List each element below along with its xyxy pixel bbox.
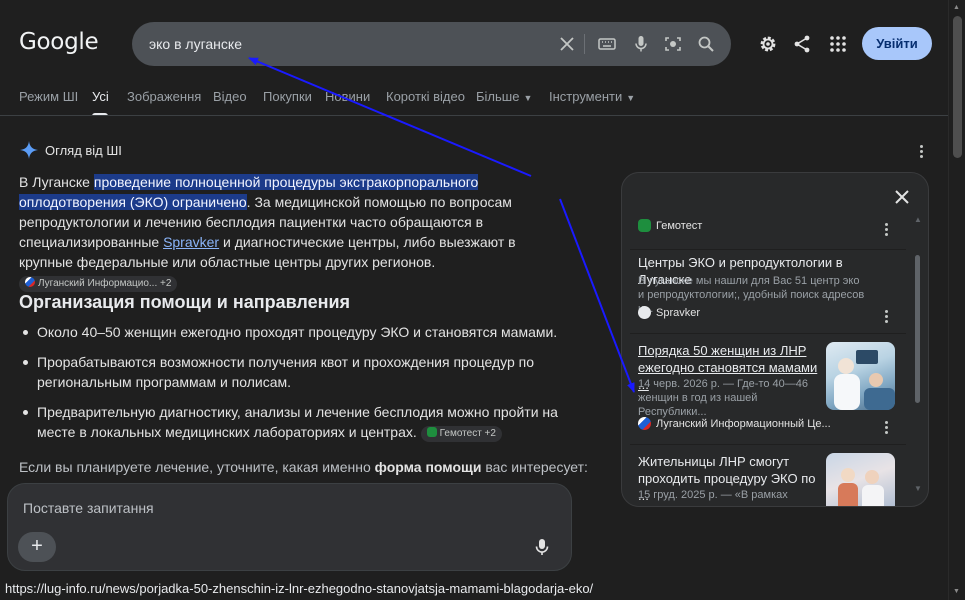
gemotest-favicon <box>426 427 437 437</box>
source-row-lug-info[interactable]: Луганский Информационный Це... <box>638 417 831 430</box>
share-icon[interactable] <box>791 33 813 55</box>
ai-sparkle-icon <box>20 141 38 159</box>
tab-video[interactable]: Відео <box>213 89 247 104</box>
status-url: https://lug-info.ru/news/porjadka-50-zhe… <box>5 581 594 596</box>
scroll-down-arrow-icon[interactable]: ▼ <box>953 588 960 595</box>
tab-more[interactable]: Більше ▼ <box>476 89 532 104</box>
keyboard-icon[interactable] <box>597 34 617 54</box>
source-name: Spravker <box>656 307 701 319</box>
search-icon[interactable] <box>696 34 716 54</box>
tab-short-videos[interactable]: Короткі відео <box>386 89 465 104</box>
add-button[interactable]: + <box>18 532 56 562</box>
tab-news[interactable]: Новини <box>325 89 370 104</box>
apps-grid-icon[interactable] <box>827 33 849 55</box>
microphone-icon[interactable] <box>534 538 550 556</box>
source-card-snippet: 15 груд. 2025 р. — «В рамках <box>638 489 788 501</box>
more-options-icon[interactable] <box>911 142 931 162</box>
gemotest-favicon <box>638 219 651 232</box>
annotation-arrow <box>248 57 532 177</box>
tab-all[interactable]: Усі <box>92 89 109 104</box>
news-thumbnail-image[interactable] <box>826 453 895 506</box>
ask-box[interactable]: Поставте запитання + <box>7 483 572 571</box>
search-input[interactable]: эко в луганске <box>149 36 242 52</box>
tab-ai-mode[interactable]: Режим ШІ <box>19 89 78 104</box>
tab-images[interactable]: Зображення <box>127 89 201 104</box>
spravker-link[interactable]: Spravker <box>163 234 219 250</box>
clear-icon[interactable] <box>557 34 577 54</box>
tab-tools-label: Інструменти <box>549 89 623 104</box>
source-chip[interactable]: Луганский Информацио... +2 <box>19 276 178 292</box>
source-chip-label: Луганский Информацио... +2 <box>38 278 172 289</box>
tail-text: вас интересует: <box>481 459 588 475</box>
card-divider <box>630 444 906 445</box>
sign-in-button[interactable]: Увійти <box>862 27 932 60</box>
source-name: Луганский Информационный Це... <box>656 418 831 430</box>
tab-shopping[interactable]: Покупки <box>263 89 312 104</box>
lens-icon[interactable] <box>663 34 683 54</box>
tail-bold-text: форма помощи <box>374 459 482 475</box>
card-divider <box>630 249 906 250</box>
microphone-icon[interactable] <box>631 34 651 54</box>
lug-info-favicon <box>25 277 35 287</box>
status-bar: https://lug-info.ru/news/porjadka-50-zhe… <box>0 578 620 600</box>
panel-scrollbar-thumb[interactable] <box>915 255 920 403</box>
chevron-down-icon: ▼ <box>626 93 636 103</box>
ai-overview-paragraph: В Луганске проведение полноценной процед… <box>19 172 559 292</box>
google-logo[interactable]: Google <box>19 29 99 55</box>
tabs-divider <box>0 115 948 116</box>
card-divider <box>630 333 906 334</box>
list-item: Около 40–50 женщин ежегодно проходят про… <box>19 322 559 342</box>
more-options-icon[interactable] <box>879 307 893 323</box>
page-scrollbar-thumb[interactable] <box>953 16 962 158</box>
page-scrollbar[interactable]: ▲ ▼ <box>948 0 965 600</box>
settings-gear-icon[interactable] <box>757 33 779 55</box>
search-divider <box>584 34 585 54</box>
source-row-spravker[interactable]: Spravker <box>638 306 700 319</box>
tab-tools[interactable]: Інструменти ▼ <box>549 89 635 104</box>
scroll-down-arrow-icon[interactable]: ▼ <box>914 484 922 493</box>
lug-info-favicon <box>638 417 651 430</box>
ai-overview-heading: Огляд від ШІ <box>45 143 122 158</box>
search-box[interactable]: эко в луганске <box>132 22 731 66</box>
bullet-list: Около 40–50 женщин ежегодно проходят про… <box>19 322 559 452</box>
ask-input-placeholder[interactable]: Поставте запитання <box>23 500 154 516</box>
tail-text: Если вы планируете лечение, уточните, ка… <box>19 459 375 475</box>
source-chip-label: Гемотест +2 <box>439 428 496 439</box>
list-item: Предварительную диагностику, анализы и л… <box>19 402 559 442</box>
follow-up-text: Если вы планируете лечение, уточните, ка… <box>19 457 588 477</box>
scroll-up-arrow-icon[interactable]: ▲ <box>914 215 922 224</box>
scroll-up-arrow-icon[interactable]: ▲ <box>953 4 960 11</box>
more-options-icon[interactable] <box>879 220 893 236</box>
source-row-gemotest[interactable]: Гемотест <box>638 219 702 232</box>
close-icon[interactable] <box>893 188 911 206</box>
source-card-snippet: 14 черв. 2026 р. — Где-то 40—46 женщин в… <box>638 378 809 418</box>
list-item: Прорабатываются возможности получения кв… <box>19 352 559 392</box>
sources-panel: Гемотест Центры ЭКО и репродуктологии в … <box>621 172 929 507</box>
source-name: Гемотест <box>656 220 703 232</box>
spravker-favicon <box>638 306 651 319</box>
section-heading: Организация помощи и направления <box>19 292 351 312</box>
source-chip[interactable]: Гемотест +2 <box>420 426 502 442</box>
more-options-icon[interactable] <box>879 418 893 434</box>
tab-more-label: Більше <box>476 89 520 104</box>
chevron-down-icon: ▼ <box>523 93 533 103</box>
news-thumbnail-image[interactable] <box>826 342 895 410</box>
paragraph-text: В Луганске <box>19 174 94 190</box>
